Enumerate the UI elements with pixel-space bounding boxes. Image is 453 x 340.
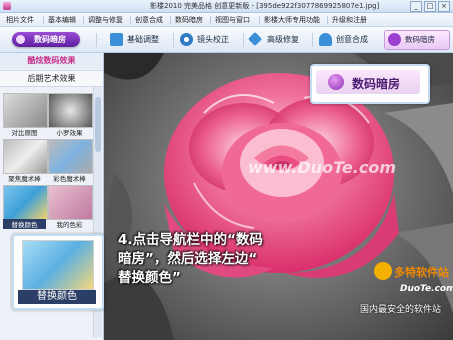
window-controls: _ □ × [408, 1, 450, 12]
effect-thumb-replace-color[interactable]: 替换颜色 [3, 185, 48, 229]
toolbar-divider [312, 33, 313, 47]
bulb-icon [388, 33, 401, 46]
effect-thumb-compare[interactable]: 对比原图 [3, 93, 48, 137]
duote-logo-icon [374, 262, 392, 280]
menu-master-functions[interactable]: 影楼大师专用功能 [264, 15, 320, 25]
thumb-label: 我的色彩 [56, 221, 83, 229]
panel-title[interactable]: 酷炫数码效果 [0, 53, 103, 69]
thumb-label: 聚焦魔术棒 [8, 175, 41, 183]
close-button[interactable]: × [438, 1, 450, 12]
instruction-line: 暗房”，然后选择左边“ [118, 251, 258, 267]
wand-icon [247, 31, 263, 47]
darkroom-callout-inner: 数码暗房 [316, 70, 420, 94]
instruction-line: 替换颜色” [118, 270, 181, 286]
tool-lens-correct-label: 镜头校正 [197, 35, 229, 44]
tool-digital-darkroom[interactable]: 数码暗房 [384, 30, 450, 50]
bulb-icon [16, 35, 25, 44]
darkroom-callout-label: 数码暗房 [352, 77, 401, 91]
menu-divider [170, 16, 171, 24]
menu-divider [259, 16, 260, 24]
menu-divider [327, 16, 328, 24]
tool-creative-compose[interactable]: 创意合成 [319, 32, 379, 48]
app-logo-icon [3, 2, 11, 10]
effect-thumb-focus-wand[interactable]: 聚焦魔术棒 [3, 139, 48, 183]
sliders-icon [110, 33, 123, 46]
menu-upgrade-register[interactable]: 升级和注册 [332, 15, 367, 25]
menu-divider [43, 16, 44, 24]
watermark-brand: 多特软件站 [394, 266, 449, 279]
menu-divider [130, 16, 131, 24]
thumb-label: 替换颜色 [3, 219, 46, 229]
menu-divider [210, 16, 211, 24]
darkroom-mode-button[interactable]: 数码暗房 [12, 32, 80, 47]
menu-file[interactable]: 相片文件 [6, 15, 34, 25]
menu-digital-darkroom[interactable]: 数码暗房 [175, 15, 203, 25]
scrollbar-thumb[interactable] [95, 97, 101, 152]
tool-advanced-repair-label: 高级修复 [267, 35, 299, 44]
darkroom-callout: 数码暗房 [310, 64, 430, 104]
bulb-icon [328, 74, 344, 90]
thumb-image [3, 139, 48, 174]
tool-basic-adjust[interactable]: 基础调整 [110, 32, 172, 48]
instruction-text: 4.点击导航栏中的“数码 暗房”，然后选择左边“ 替换颜色” [118, 231, 328, 288]
minimize-button[interactable]: _ [410, 1, 422, 12]
menu-view-window[interactable]: 视图与窗口 [215, 15, 250, 25]
watermark-slogan: 国内最安全的软件站 [360, 305, 442, 315]
title-bar: 影楼2010 完美品格 创意更新版 - [395de922f3077869925… [0, 0, 453, 13]
tool-basic-adjust-label: 基础调整 [127, 35, 159, 44]
toolbar-divider [173, 33, 174, 47]
replace-color-callout-label: 替换颜色 [18, 290, 96, 304]
thumb-label: 小罗效果 [56, 129, 83, 137]
darkroom-mode-label: 数码暗房 [34, 35, 66, 44]
menu-creative-compose[interactable]: 创意合成 [135, 15, 163, 25]
thumb-image [48, 93, 93, 128]
thumb-label: 彩色魔术棒 [53, 175, 86, 183]
tool-digital-darkroom-label: 数码暗房 [405, 35, 435, 44]
tool-advanced-repair[interactable]: 高级修复 [247, 31, 310, 48]
watermark-domain: DuoTe.com [400, 284, 453, 294]
menu-basic-edit[interactable]: 基本编辑 [48, 15, 76, 25]
thumb-image [48, 139, 93, 174]
toolbar-divider [96, 33, 97, 47]
menu-divider [83, 16, 84, 24]
tool-creative-compose-label: 创意合成 [336, 35, 368, 44]
maximize-button[interactable]: □ [424, 1, 436, 12]
watermark-site: www.DuoTe.com [248, 158, 396, 177]
toolbar-divider [243, 33, 244, 47]
menu-adjust-repair[interactable]: 调整与修复 [88, 15, 123, 25]
window-title: 影楼2010 完美品格 创意更新版 - [395de922f3077869925… [150, 2, 380, 10]
menu-bar: 相片文件 基本编辑 调整与修复 创意合成 数码暗房 视图与窗口 影楼大师专用功能… [0, 13, 453, 27]
effect-thumb-my-color[interactable]: 我的色彩 [48, 185, 93, 229]
replace-color-callout-image [22, 240, 94, 290]
thumb-label: 对比原图 [11, 129, 38, 137]
thumb-image [48, 185, 93, 220]
effect-thumb-color-wand[interactable]: 彩色魔术棒 [48, 139, 93, 183]
panel-subtitle[interactable]: 后期艺术效果 [0, 70, 103, 87]
lens-icon [180, 33, 193, 46]
tool-lens-correct[interactable]: 镜头校正 [180, 32, 242, 48]
thumb-image [3, 93, 48, 128]
person-icon [319, 33, 332, 46]
toolbar: 数码暗房 基础调整 镜头校正 高级修复 创意合成 数码暗房 [0, 27, 453, 53]
watermark-logo: 多特软件站 DuoTe.com 国内最安全的软件站 [360, 262, 453, 320]
replace-color-callout: 替换颜色 [12, 234, 104, 310]
instruction-line: 4.点击导航栏中的“数码 [118, 232, 263, 248]
effect-thumb-lomo[interactable]: 小罗效果 [48, 93, 93, 137]
thumb-image [3, 185, 48, 220]
